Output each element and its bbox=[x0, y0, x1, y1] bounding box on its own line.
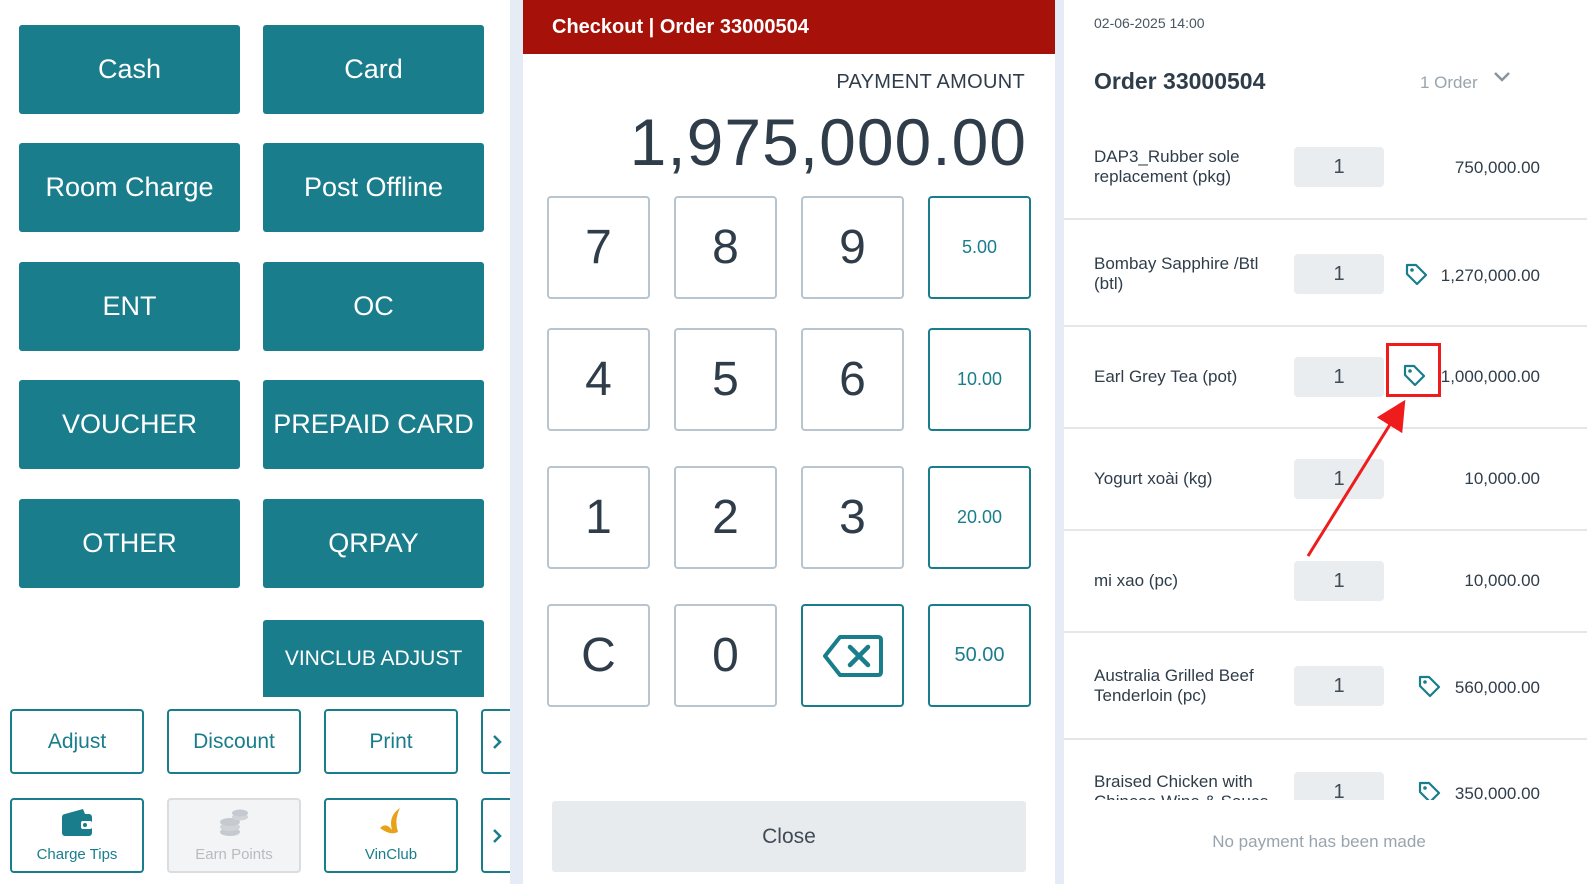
wallet-icon bbox=[61, 808, 93, 842]
chevron-right-icon bbox=[493, 828, 502, 843]
key-8[interactable]: 8 bbox=[674, 196, 777, 299]
voucher-button[interactable]: VOUCHER bbox=[19, 380, 240, 469]
pos-checkout-screen: Cash Card Room Charge Post Offline ENT O… bbox=[0, 0, 1587, 884]
quick-amount-50[interactable]: 50.00 bbox=[928, 604, 1031, 707]
item-name: Australia Grilled Beef Tenderloin (pc) bbox=[1094, 666, 1254, 705]
item-price: 350,000.00 bbox=[1454, 784, 1540, 800]
key-7[interactable]: 7 bbox=[547, 196, 650, 299]
annotation-highlight-box bbox=[1386, 343, 1441, 397]
key-3[interactable]: 3 bbox=[801, 466, 904, 569]
item-name: DAP3_Rubber sole replacement (pkg) bbox=[1094, 147, 1240, 186]
room-charge-button[interactable]: Room Charge bbox=[19, 143, 240, 232]
list-item[interactable]: Yogurt xoài (kg) 1 10,000.00 bbox=[1064, 429, 1587, 531]
vinclub-adjust-button[interactable]: VINCLUB ADJUST bbox=[263, 620, 484, 697]
adjust-button[interactable]: Adjust bbox=[10, 709, 144, 774]
order-count-dropdown[interactable]: 1 Order bbox=[1420, 73, 1478, 93]
quantity-field[interactable]: 1 bbox=[1294, 459, 1384, 499]
order-items-list: DAP3_Rubber sole replacement (pkg) 1 750… bbox=[1064, 116, 1587, 800]
earn-points-label: Earn Points bbox=[195, 846, 273, 863]
quantity-field[interactable]: 1 bbox=[1294, 772, 1384, 800]
ent-button[interactable]: ENT bbox=[19, 262, 240, 351]
item-price: 10,000.00 bbox=[1464, 571, 1540, 590]
charge-tips-label: Charge Tips bbox=[36, 846, 118, 863]
quick-amount-5[interactable]: 5.00 bbox=[928, 196, 1031, 299]
item-price: 1,000,000.00 bbox=[1440, 367, 1540, 386]
discount-button[interactable]: Discount bbox=[167, 709, 301, 774]
payment-methods-panel: Cash Card Room Charge Post Offline ENT O… bbox=[0, 0, 510, 884]
key-5[interactable]: 5 bbox=[674, 328, 777, 431]
vinclub-logo-icon bbox=[376, 806, 406, 842]
more-apps-button[interactable] bbox=[481, 798, 510, 873]
print-button[interactable]: Print bbox=[324, 709, 458, 774]
key-1[interactable]: 1 bbox=[547, 466, 650, 569]
item-price: 560,000.00 bbox=[1454, 678, 1540, 697]
oc-button[interactable]: OC bbox=[263, 262, 484, 351]
list-item[interactable]: Australia Grilled Beef Tenderloin (pc) 1… bbox=[1064, 633, 1587, 740]
list-item[interactable]: Bombay Sapphire /Btl (btl) 1 1,270,000.0… bbox=[1064, 220, 1587, 327]
payment-amount-label: PAYMENT AMOUNT bbox=[836, 71, 1025, 93]
prepaid-card-button[interactable]: PREPAID CARD bbox=[263, 380, 484, 469]
list-item[interactable]: DAP3_Rubber sole replacement (pkg) 1 750… bbox=[1064, 116, 1587, 220]
item-price: 10,000.00 bbox=[1464, 469, 1540, 488]
key-0[interactable]: 0 bbox=[674, 604, 777, 707]
panel-divider bbox=[510, 0, 523, 884]
quantity-field[interactable]: 1 bbox=[1294, 561, 1384, 601]
list-item[interactable]: Braised Chicken with Chinese Wine & Sauc… bbox=[1064, 740, 1587, 800]
chevron-right-icon bbox=[493, 734, 502, 749]
qrpay-button[interactable]: QRPAY bbox=[263, 499, 484, 588]
item-price: 750,000.00 bbox=[1454, 158, 1540, 177]
item-name: Yogurt xoài (kg) bbox=[1094, 469, 1213, 488]
close-button[interactable]: Close bbox=[552, 801, 1026, 872]
item-name: Braised Chicken with Chinese Wine & Sauc… bbox=[1094, 772, 1269, 800]
payment-status-text: No payment has been made bbox=[1212, 832, 1426, 851]
key-clear[interactable]: C bbox=[547, 604, 650, 707]
price-tag-icon[interactable] bbox=[1404, 262, 1428, 291]
quick-amount-20[interactable]: 20.00 bbox=[928, 466, 1031, 569]
price-tag-icon[interactable] bbox=[1417, 674, 1441, 703]
price-tag-icon[interactable] bbox=[1417, 780, 1441, 800]
order-datetime: 02-06-2025 14:00 bbox=[1094, 15, 1205, 31]
item-price: 1,270,000.00 bbox=[1440, 266, 1540, 285]
item-name: Bombay Sapphire /Btl (btl) bbox=[1094, 254, 1259, 293]
quantity-field[interactable]: 1 bbox=[1294, 147, 1384, 187]
order-summary-panel: 02-06-2025 14:00 Order 33000504 1 Order … bbox=[1064, 0, 1587, 884]
more-actions-button[interactable] bbox=[481, 709, 510, 774]
order-title: Order 33000504 bbox=[1094, 68, 1266, 94]
key-2[interactable]: 2 bbox=[674, 466, 777, 569]
quantity-field[interactable]: 1 bbox=[1294, 666, 1384, 706]
item-name: Earl Grey Tea (pot) bbox=[1094, 367, 1238, 386]
vinclub-label: VinClub bbox=[364, 846, 418, 863]
chevron-down-icon[interactable] bbox=[1492, 70, 1512, 89]
list-item[interactable]: Earl Grey Tea (pot) 1 1,000,000.00 bbox=[1064, 327, 1587, 429]
key-4[interactable]: 4 bbox=[547, 328, 650, 431]
post-offline-button[interactable]: Post Offline bbox=[263, 143, 484, 232]
checkout-header: Checkout | Order 33000504 bbox=[523, 0, 1055, 54]
earn-points-button[interactable]: Earn Points bbox=[167, 798, 301, 873]
item-name: mi xao (pc) bbox=[1094, 571, 1179, 590]
other-button[interactable]: OTHER bbox=[19, 499, 240, 588]
list-item[interactable]: mi xao (pc) 1 10,000.00 bbox=[1064, 531, 1587, 633]
panel-divider bbox=[1055, 0, 1064, 884]
payment-amount-value: 1,975,000.00 bbox=[629, 105, 1027, 179]
charge-tips-button[interactable]: Charge Tips bbox=[10, 798, 144, 873]
checkout-panel: Checkout | Order 33000504 PAYMENT AMOUNT… bbox=[523, 0, 1055, 884]
coins-icon bbox=[218, 808, 250, 842]
quantity-field[interactable]: 1 bbox=[1294, 254, 1384, 294]
cash-button[interactable]: Cash bbox=[19, 25, 240, 114]
vinclub-button[interactable]: VinClub bbox=[324, 798, 458, 873]
quick-amount-10[interactable]: 10.00 bbox=[928, 328, 1031, 431]
card-button[interactable]: Card bbox=[263, 25, 484, 114]
quantity-field[interactable]: 1 bbox=[1294, 357, 1384, 397]
backspace-button[interactable] bbox=[801, 604, 904, 707]
key-6[interactable]: 6 bbox=[801, 328, 904, 431]
key-9[interactable]: 9 bbox=[801, 196, 904, 299]
backspace-icon bbox=[822, 634, 883, 677]
